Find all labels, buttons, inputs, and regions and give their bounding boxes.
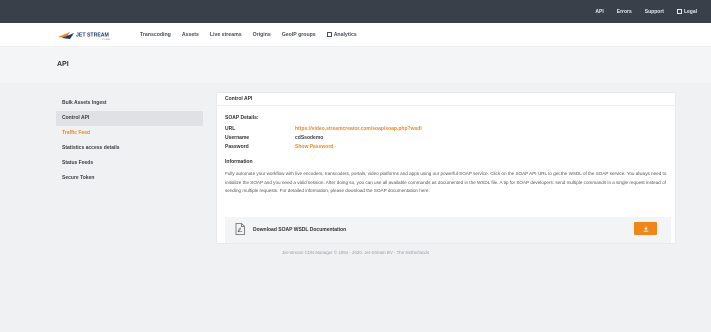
sidebar-item-statistics-access-details[interactable]: Statistics access details — [56, 141, 203, 156]
nav-item-origins[interactable]: Origins — [253, 32, 271, 38]
show-password-link[interactable]: Show Password — [295, 144, 333, 150]
main-nav: Transcoding Assets Live streams Origins … — [140, 23, 357, 47]
content-area: Bulk Assets Ingest Control API Traffic F… — [0, 83, 711, 332]
download-wsdl-button[interactable] — [634, 222, 657, 235]
main-nav-bar: JET STREAM STREAM Transcoding Assets Liv… — [0, 23, 711, 47]
soap-password-label: Password — [225, 144, 249, 150]
logo-subtext: STREAM — [102, 38, 111, 41]
nav-item-assets[interactable]: Assets — [182, 32, 199, 38]
sidebar-item-control-api[interactable]: Control API — [56, 111, 203, 126]
top-link-errors[interactable]: Errors — [617, 9, 632, 15]
download-row: Download SOAP WSDL Documentation — [225, 217, 671, 243]
soap-url-label: URL — [225, 126, 236, 132]
nav-item-analytics-label: Analytics — [333, 32, 357, 38]
logo-text: JET STREAM — [76, 33, 109, 39]
panel-title: Control API — [217, 93, 675, 106]
soap-details-heading: SOAP Details: — [225, 115, 259, 121]
sidebar: Bulk Assets Ingest Control API Traffic F… — [56, 96, 203, 186]
soap-username-label: Username — [225, 135, 250, 141]
top-bar: API Errors Support Legal — [0, 0, 711, 23]
nav-item-analytics[interactable]: Analytics — [326, 32, 357, 38]
download-wsdl-label[interactable]: Download SOAP WSDL Documentation — [253, 227, 346, 233]
information-heading: Information — [225, 159, 253, 165]
top-links: API Errors Support Legal — [595, 0, 697, 23]
information-text: Fully automate your workflow with live e… — [225, 171, 667, 194]
sidebar-item-bulk-assets-ingest[interactable]: Bulk Assets Ingest — [56, 96, 203, 111]
top-link-legal[interactable]: Legal — [676, 8, 697, 15]
soap-url-row: URL https://video.streamcreator.com/soap… — [225, 126, 422, 132]
nav-item-live-streams[interactable]: Live streams — [210, 32, 242, 38]
control-api-panel: Control API SOAP Details: URL https://vi… — [216, 92, 676, 244]
soap-username-row: Username cdSsodemo — [225, 135, 323, 141]
page-title: API — [57, 61, 69, 68]
external-link-icon — [326, 32, 332, 37]
page-header: API — [0, 47, 711, 83]
jet-stream-logo[interactable]: JET STREAM STREAM — [56, 29, 120, 41]
top-link-api[interactable]: API — [595, 9, 603, 15]
nav-item-transcoding[interactable]: Transcoding — [140, 32, 171, 38]
sidebar-item-traffic-feed[interactable]: Traffic Feed — [56, 126, 203, 141]
sidebar-item-status-feeds[interactable]: Status Feeds — [56, 156, 203, 171]
external-link-icon — [676, 8, 682, 14]
nav-item-geoip-groups[interactable]: GeoIP groups — [282, 32, 316, 38]
top-link-support[interactable]: Support — [645, 9, 664, 15]
soap-password-row: Password Show Password — [225, 144, 333, 150]
pdf-file-icon — [235, 223, 245, 235]
soap-username-value: cdSsodemo — [295, 135, 324, 141]
sidebar-item-secure-token[interactable]: Secure Token — [56, 171, 203, 186]
footer-text: Jet-Stream CDN Manager © 1994 - 2020. Je… — [281, 250, 430, 255]
download-icon — [643, 226, 648, 232]
top-link-legal-label: Legal — [683, 8, 697, 15]
soap-url-link[interactable]: https://video.streamcreator.com/soap/soa… — [295, 126, 422, 132]
